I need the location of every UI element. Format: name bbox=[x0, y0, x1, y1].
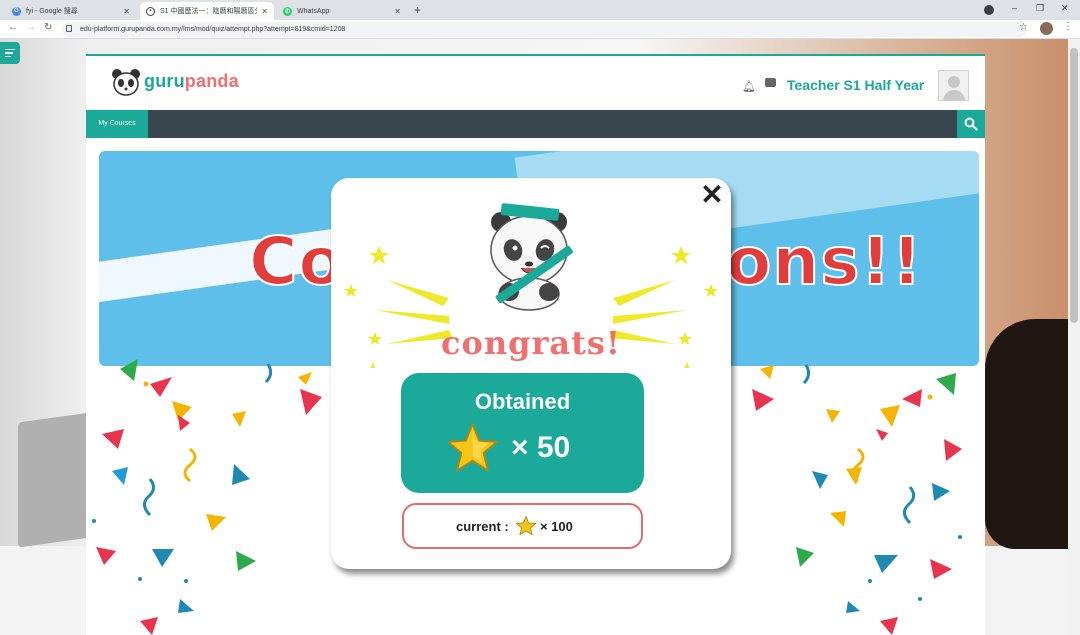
tab-close-icon[interactable]: ✕ bbox=[261, 7, 268, 16]
reload-icon[interactable]: ↻ bbox=[44, 22, 52, 33]
profile-avatar[interactable] bbox=[1040, 22, 1053, 35]
current-multiplier: × 100 bbox=[540, 519, 573, 534]
browser-toolbar: ← → ↻ edu-platform.gurupanda.com.my/lms/… bbox=[0, 20, 1080, 39]
congrats-modal: ✕ congrats! Obtained × 50 current: × 10… bbox=[331, 178, 731, 569]
browser-tab-quiz[interactable]: • S1 中國歷法一：陰曆和陽曆區分 ✕ bbox=[140, 2, 274, 20]
tab-title: WhatsApp bbox=[297, 7, 330, 15]
maximize-button[interactable]: ❐ bbox=[1036, 3, 1044, 14]
browser-tab-strip: G fyi - Google 搜尋 ✕ • S1 中國歷法一：陰曆和陽曆區分 ✕… bbox=[0, 0, 1080, 20]
tab-close-icon[interactable]: ✕ bbox=[123, 7, 130, 16]
gurupanda-icon: • bbox=[146, 6, 155, 16]
scrollbar-thumb[interactable] bbox=[1070, 48, 1078, 323]
tab-close-icon[interactable]: ✕ bbox=[394, 7, 401, 16]
browser-tab-whatsapp[interactable]: ✆ WhatsApp ✕ bbox=[277, 2, 407, 20]
extension-icon[interactable] bbox=[984, 5, 994, 15]
star-icon bbox=[447, 423, 498, 472]
back-arrow-icon[interactable]: ← bbox=[8, 22, 18, 33]
browser-menu-icon[interactable]: ⋮ bbox=[1063, 21, 1073, 32]
window-close-button[interactable]: ✕ bbox=[1061, 3, 1069, 14]
star-icon bbox=[515, 515, 537, 536]
minimize-button[interactable]: – bbox=[1012, 3, 1017, 13]
current-stars-panel: current : × 100 bbox=[402, 503, 643, 549]
whatsapp-icon: ✆ bbox=[283, 6, 292, 16]
tab-title: S1 中國歷法一：陰曆和陽曆區分 bbox=[160, 8, 258, 15]
current-label: current : bbox=[456, 519, 509, 534]
tab-title: fyi - Google 搜尋 bbox=[26, 8, 78, 15]
forward-arrow-icon[interactable]: → bbox=[26, 22, 36, 33]
google-icon: G bbox=[12, 6, 21, 16]
new-tab-button[interactable]: + bbox=[414, 3, 421, 17]
lock-icon bbox=[66, 25, 72, 32]
obtained-multiplier: × 50 bbox=[511, 431, 571, 464]
congrats-heading: congrats! bbox=[441, 324, 621, 362]
address-bar[interactable]: edu-platform.gurupanda.com.my/lms/mod/qu… bbox=[62, 22, 1027, 37]
bookmark-star-icon[interactable]: ☆ bbox=[1019, 22, 1028, 33]
obtained-stars-panel: Obtained × 50 bbox=[401, 373, 644, 493]
obtained-label: Obtained bbox=[474, 389, 571, 414]
browser-tab-google[interactable]: G fyi - Google 搜尋 ✕ bbox=[6, 2, 136, 20]
